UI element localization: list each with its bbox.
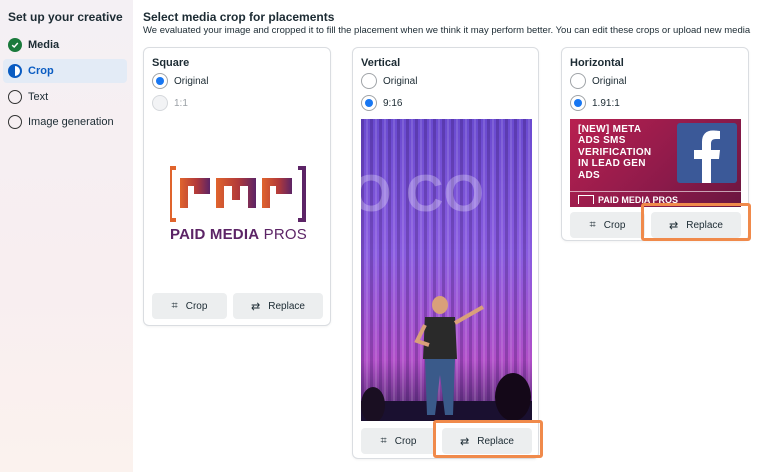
crop-icon: ⌗ [171,299,178,312]
radio-button[interactable] [361,73,377,89]
horizontal-crop-preview: [NEW] META ADS SMS VERIFICATION IN LEAD … [570,119,741,207]
radio-button[interactable] [570,95,586,111]
paid-media-pros-logo: PAID MEDIA PROS [168,164,310,244]
radio-9-16[interactable]: 9:16 [361,95,402,111]
crop-button[interactable]: ⌗ Crop [152,293,227,319]
radio-button[interactable] [152,73,168,89]
button-label: Crop [185,300,208,312]
step-crop[interactable]: Crop [3,59,127,83]
step-image-generation[interactable]: Image generation [3,110,127,134]
radio-button[interactable] [570,73,586,89]
radio-button [152,95,168,111]
page-description: We evaluated your image and cropped it t… [143,25,751,36]
crop-button[interactable]: ⌗ Crop [570,212,645,238]
button-label: Replace [268,300,305,312]
step-label: Media [28,39,60,51]
radio-label: 9:16 [383,97,403,109]
vertical-card: Vertical Original 9:16 O CO ⌗ Crop ⇄ Rep… [352,47,539,459]
radio-label: 1:1 [174,97,188,109]
radio-original[interactable]: Original [570,73,626,89]
vertical-crop-preview: O CO [361,119,532,421]
sidebar: Set up your creative Media Crop Text Ima… [0,0,133,472]
logo-text-light: PROS [263,226,307,243]
half-circle-icon [8,64,22,78]
radio-button[interactable] [361,95,377,111]
step-label: Text [28,91,49,103]
step-label: Image generation [28,116,114,128]
swap-icon: ⇄ [251,300,261,313]
banner-text: [NEW] META [578,124,642,135]
crop-icon: ⌗ [589,218,596,231]
radio-label: Original [383,75,418,87]
banner-text: ADS SMS [578,135,626,147]
radio-label: 1.91:1 [592,97,620,109]
logo-text: PAID MEDIA [170,226,260,243]
radio-1-1: 1:1 [152,95,188,111]
svg-text:O CO: O CO [361,165,484,223]
button-label: Crop [603,219,626,231]
banner-text: ADS [578,169,601,181]
radio-original[interactable]: Original [152,73,208,89]
replace-highlight [433,420,543,458]
card-title: Horizontal [570,57,624,69]
step-media[interactable]: Media [3,33,127,57]
crop-icon: ⌗ [380,434,387,447]
empty-circle-icon [8,90,22,104]
banner-text: VERIFICATION [578,146,652,158]
sidebar-title: Set up your creative [8,10,123,24]
square-card: Square Original 1:1 PAID MEDIA PROS ⌗ Cr… [143,47,331,326]
crop-button[interactable]: ⌗ Crop [361,428,436,454]
radio-1-91-1[interactable]: 1.91:1 [570,95,620,111]
brand-mark-icon [578,195,594,204]
page-title: Select media crop for placements [143,10,335,24]
button-label: Crop [394,435,417,447]
card-title: Square [152,57,190,69]
radio-label: Original [592,75,627,87]
empty-circle-icon [8,115,22,129]
check-circle-icon [8,38,22,52]
radio-label: Original [174,75,209,87]
replace-button[interactable]: ⇄ Replace [233,293,323,319]
facebook-logo-icon [677,123,737,183]
card-title: Vertical [361,57,401,69]
replace-highlight [641,203,751,241]
radio-original[interactable]: Original [361,73,417,89]
step-label: Crop [28,65,54,77]
banner-text: IN LEAD GEN [578,158,646,170]
step-text[interactable]: Text [3,85,127,109]
